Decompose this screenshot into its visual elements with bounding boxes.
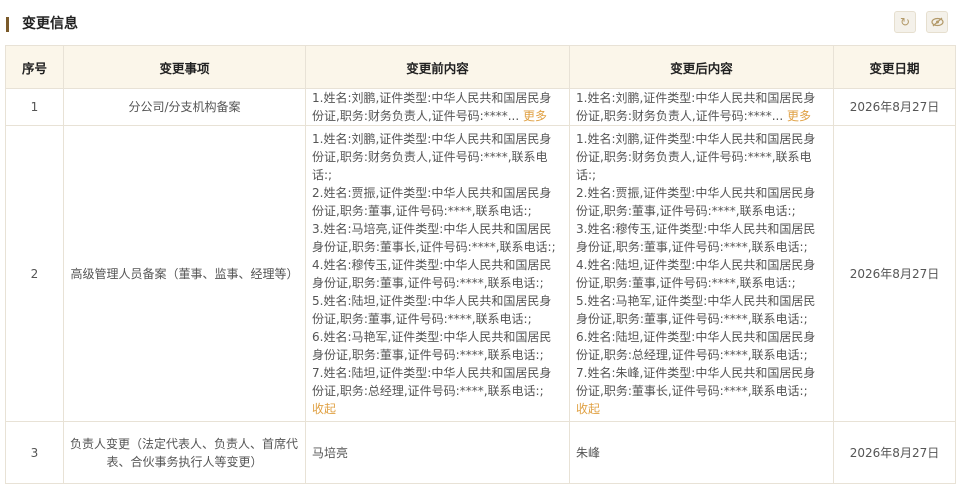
row-after-content: 朱峰 <box>569 421 834 484</box>
text-line: 5.姓名:马艳军,证件类型:中华人民共和国居民 <box>576 293 816 308</box>
header-item: 变更事项 <box>63 45 306 89</box>
header-index: 序号 <box>5 45 64 89</box>
text-line: 份证,职务:董事,证件号码:****,联系电话:; <box>576 275 796 290</box>
text-line: 1.姓名:刘鹏,证件类型:中华人民共和国居民身 <box>312 91 552 105</box>
row-index: 1 <box>5 88 64 126</box>
more-link[interactable]: 更多 <box>787 109 811 123</box>
text-line: 负责人变更（法定代表人、负责人、首席代 <box>70 436 299 451</box>
row-after-content: 1.姓名:刘鹏,证件类型:中华人民共和国居民身 份证,职务:财务负责人,证件号码… <box>569 125 834 422</box>
table-header-row: 序号 变更事项 变更前内容 变更后内容 变更日期 <box>5 45 956 89</box>
more-link[interactable]: 更多 <box>523 109 547 123</box>
row-date: 2026年8月27日 <box>833 88 956 126</box>
text-line: 7.姓名:朱峰,证件类型:中华人民共和国居民身 <box>576 365 816 380</box>
text-line: 身份证,职务:董事,证件号码:****,联系电话:; <box>312 347 544 362</box>
text-line: 份证,职务:董事长,证件号码:****,联系电话:; <box>576 383 808 398</box>
section-title: 变更信息 <box>22 16 78 32</box>
row-item: 分公司/分支机构备案 <box>63 88 306 126</box>
collapse-link[interactable]: 收起 <box>576 400 827 418</box>
change-table: 序号 变更事项 变更前内容 变更后内容 变更日期 1 分公司/分支机构备案 1.… <box>5 45 956 484</box>
text-line: 份证,职务:财务负责人,证件号码:****,联系电 <box>576 149 812 164</box>
text-line: 身份证,职务:董事,证件号码:****,联系电话:; <box>312 275 544 290</box>
text-line: 份证,职务:财务负责人,证件号码:****... 更多 <box>312 107 563 125</box>
text-line: 2.姓名:贾振,证件类型:中华人民共和国居民身 <box>576 185 816 200</box>
text-line: 话:; <box>576 167 597 182</box>
header-after: 变更后内容 <box>569 45 834 89</box>
text-line: 4.姓名:陆坦,证件类型:中华人民共和国居民身 <box>576 257 816 272</box>
text-line: 6.姓名:陆坦,证件类型:中华人民共和国居民身 <box>576 329 816 344</box>
row-before-content: 1.姓名:刘鹏,证件类型:中华人民共和国居民身 份证,职务:财务负责人,证件号码… <box>305 125 570 422</box>
text-line: 身份证,职务:董事长,证件号码:****,联系电话:; <box>312 239 556 254</box>
text-line: 2.姓名:贾振,证件类型:中华人民共和国居民身 <box>312 185 552 200</box>
text-line: 份证,职务:总经理,证件号码:****,联系电话:; <box>312 383 544 398</box>
text-line: 话:; <box>312 167 333 182</box>
row-date: 2026年8月27日 <box>833 421 956 484</box>
row-item: 负责人变更（法定代表人、负责人、首席代 表、合伙事务执行人等变更） <box>63 421 306 484</box>
text-line: 份证,职务:董事,证件号码:****,联系电话:; <box>576 203 796 218</box>
text-line: 份证,职务:财务负责人,证件号码:****,联系电 <box>312 149 548 164</box>
collapse-link[interactable]: 收起 <box>312 400 563 418</box>
table-row: 2 高级管理人员备案（董事、监事、经理等） 1.姓名:刘鹏,证件类型:中华人民共… <box>5 125 956 422</box>
text-line: 3.姓名:穆传玉,证件类型:中华人民共和国居民 <box>576 221 816 236</box>
text-line: 身份证,职务:董事,证件号码:****,联系电话:; <box>576 311 808 326</box>
header-date: 变更日期 <box>833 45 956 89</box>
text-line: 1.姓名:刘鹏,证件类型:中华人民共和国居民身 <box>312 131 552 146</box>
section-header: 变更信息 ↻ <box>0 0 960 44</box>
row-after-content: 1.姓名:刘鹏,证件类型:中华人民共和国居民身 份证,职务:财务负责人,证件号码… <box>569 88 834 126</box>
header-before: 变更前内容 <box>305 45 570 89</box>
text-line: 3.姓名:马培亮,证件类型:中华人民共和国居民 <box>312 221 552 236</box>
text-line: 4.姓名:穆传玉,证件类型:中华人民共和国居民 <box>312 257 552 272</box>
text-line: 表、合伙事务执行人等变更） <box>106 454 263 469</box>
row-item: 高级管理人员备案（董事、监事、经理等） <box>63 125 306 422</box>
table-row: 1 分公司/分支机构备案 1.姓名:刘鹏,证件类型:中华人民共和国居民身 份证,… <box>5 88 956 126</box>
refresh-icon[interactable]: ↻ <box>894 11 916 33</box>
title-accent-bar <box>6 17 9 32</box>
table-row: 3 负责人变更（法定代表人、负责人、首席代 表、合伙事务执行人等变更） 马培亮 … <box>5 421 956 484</box>
text-line: 6.姓名:马艳军,证件类型:中华人民共和国居民 <box>312 329 552 344</box>
text-line: 份证,职务:财务负责人,证件号码:****... 更多 <box>576 107 827 125</box>
row-date: 2026年8月27日 <box>833 125 956 422</box>
text-line: 份证,职务:总经理,证件号码:****,联系电话:; <box>576 347 808 362</box>
row-index: 2 <box>5 125 64 422</box>
eye-slash-icon[interactable] <box>926 11 948 33</box>
text-line: 份证,职务:董事,证件号码:****,联系电话:; <box>312 203 532 218</box>
row-before-content: 马培亮 <box>305 421 570 484</box>
text-line: 份证,职务:董事,证件号码:****,联系电话:; <box>312 311 532 326</box>
text-line: 身份证,职务:董事,证件号码:****,联系电话:; <box>576 239 808 254</box>
row-before-content: 1.姓名:刘鹏,证件类型:中华人民共和国居民身 份证,职务:财务负责人,证件号码… <box>305 88 570 126</box>
text-line: 1.姓名:刘鹏,证件类型:中华人民共和国居民身 <box>576 91 816 105</box>
text-line: 7.姓名:陆坦,证件类型:中华人民共和国居民身 <box>312 365 552 380</box>
text-segment: 份证,职务:财务负责人,证件号码:****... <box>312 109 520 123</box>
row-index: 3 <box>5 421 64 484</box>
text-line: 5.姓名:陆坦,证件类型:中华人民共和国居民身 <box>312 293 552 308</box>
text-line: 1.姓名:刘鹏,证件类型:中华人民共和国居民身 <box>576 131 816 146</box>
text-segment: 份证,职务:财务负责人,证件号码:****... <box>576 109 784 123</box>
